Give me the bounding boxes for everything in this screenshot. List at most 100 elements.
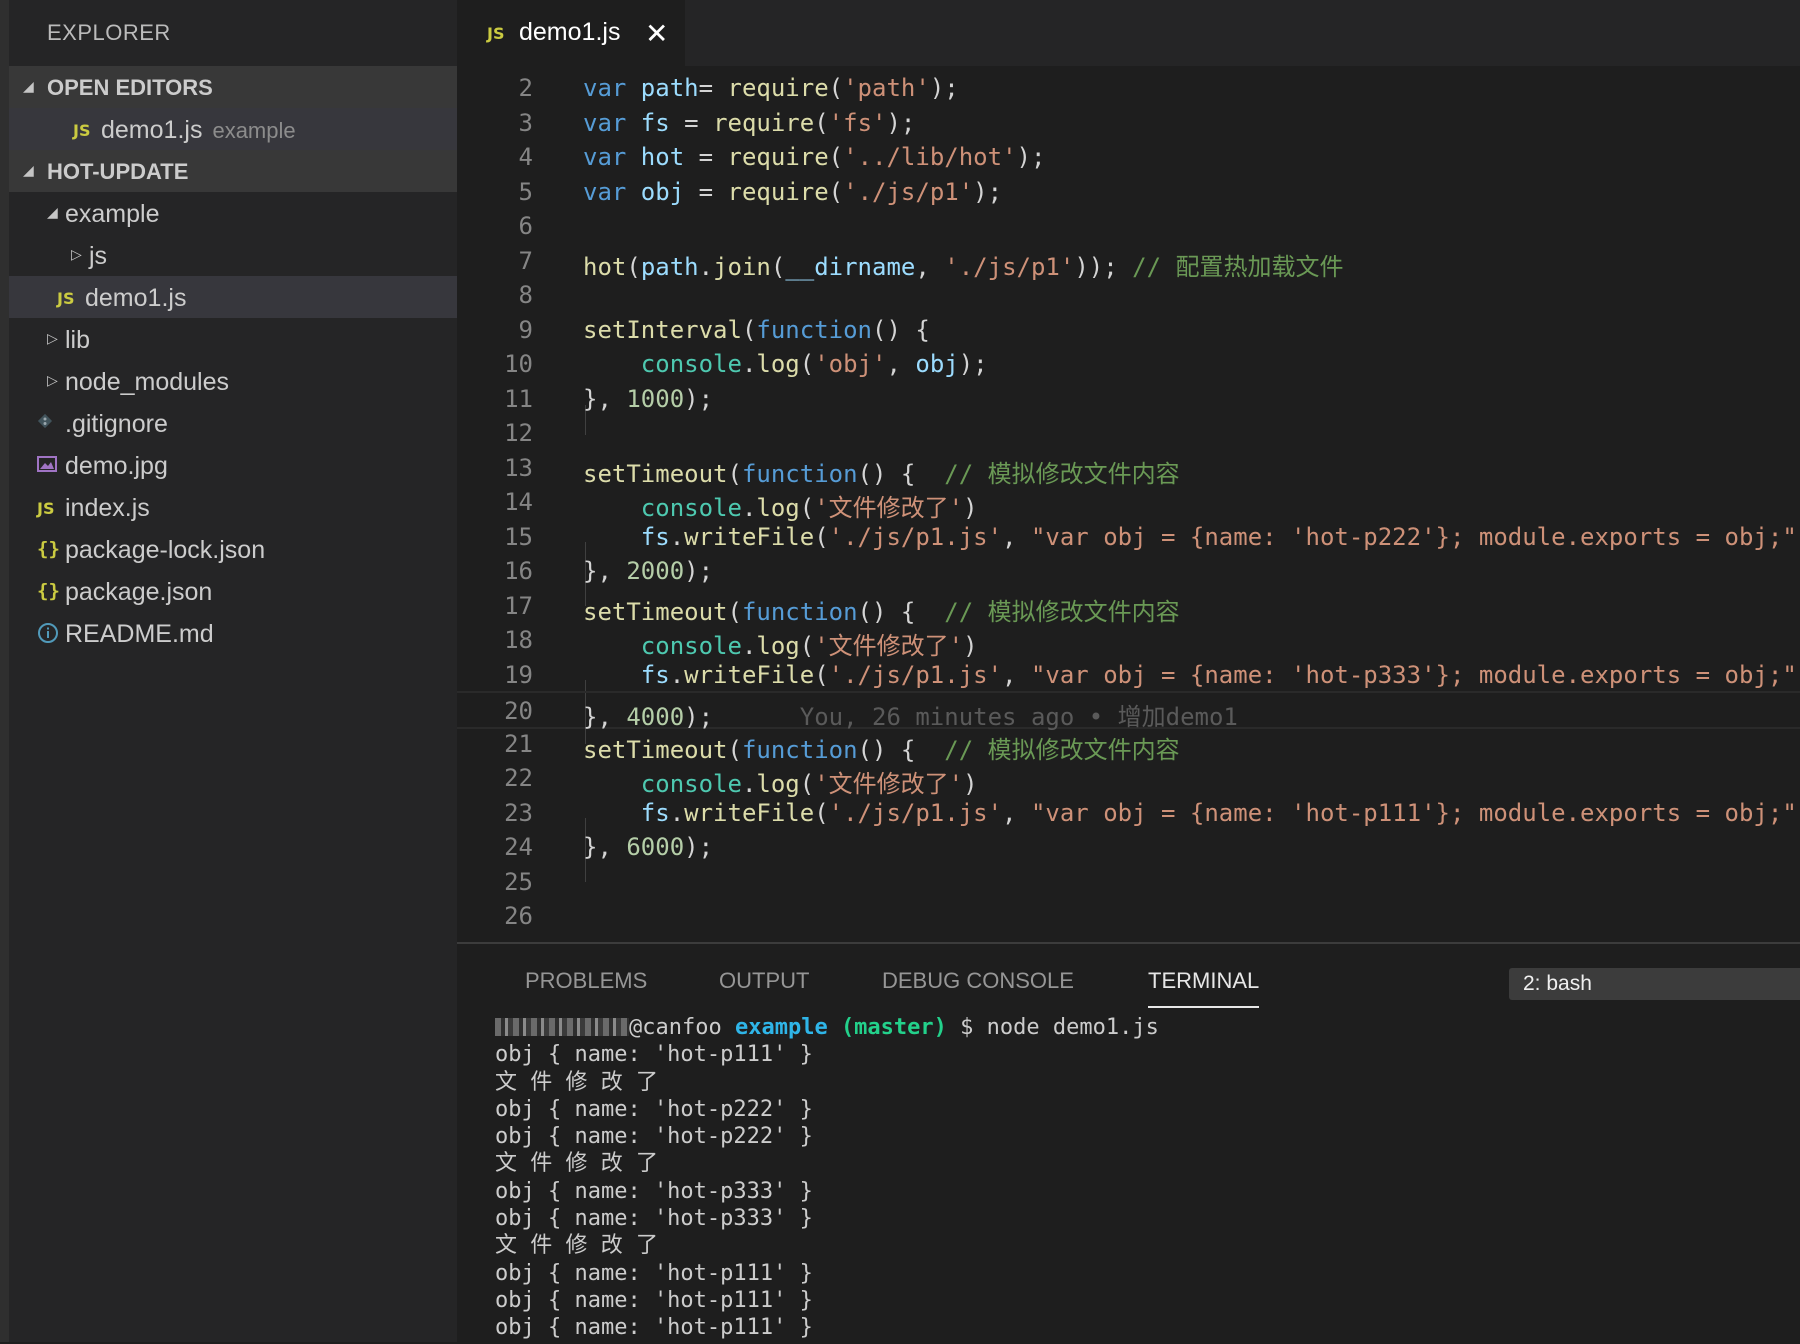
- tree-item-label: js: [89, 242, 108, 270]
- code-line[interactable]: 6: [457, 208, 1800, 242]
- tree-item-label: example: [65, 200, 160, 228]
- tab-output[interactable]: OUTPUT: [719, 968, 809, 994]
- terminal-line: 文 件 修 改 了: [495, 1151, 658, 1177]
- project-header[interactable]: ◢ HOT-UPDATE: [9, 150, 457, 192]
- code-line[interactable]: 3 var fs = require('fs');: [457, 105, 1800, 139]
- chevron-down-icon: ◢: [23, 162, 34, 178]
- line-number: 22: [504, 764, 533, 792]
- line-number: 25: [504, 867, 533, 896]
- line-number: 13: [504, 453, 533, 482]
- chevron-down-icon: ◢: [47, 204, 58, 220]
- code-line[interactable]: 4 var hot = require('../lib/hot');: [457, 139, 1800, 173]
- tree-item-label: README.md: [65, 620, 214, 648]
- tab-terminal[interactable]: TERMINAL: [1148, 968, 1260, 1008]
- open-editor-item[interactable]: JS demo1.js example: [9, 108, 457, 150]
- terminal-line: obj { name: 'hot-p333' }: [495, 1206, 813, 1232]
- line-number: 17: [504, 591, 533, 620]
- terminal-line: obj { name: 'hot-p111' }: [495, 1260, 813, 1286]
- line-number: 5: [518, 177, 533, 206]
- code-line[interactable]: 5 var obj = require('./js/p1');: [457, 174, 1800, 208]
- terminal-line: obj { name: 'hot-p111' }: [495, 1315, 813, 1341]
- terminal-line: 文 件 修 改 了: [495, 1069, 658, 1095]
- code-line[interactable]: 16}, 2000);: [457, 553, 1800, 587]
- open-editors-label: OPEN EDITORS: [47, 75, 213, 100]
- line-number: 19: [504, 660, 533, 689]
- tab-debug-console[interactable]: DEBUG CONSOLE: [882, 968, 1074, 994]
- project-label: HOT-UPDATE: [47, 159, 189, 184]
- tree-item-index-js[interactable]: JS index.js: [9, 486, 457, 528]
- code-line[interactable]: 14 console.log('文件修改了'): [457, 484, 1800, 522]
- tree-item-gitignore[interactable]: .gitignore: [9, 402, 457, 444]
- tab-problems[interactable]: PROBLEMS: [525, 968, 647, 994]
- code-line[interactable]: 25: [457, 864, 1800, 898]
- code-text: setInterval(function() {: [583, 315, 930, 344]
- line-number: 24: [504, 833, 533, 861]
- code-line[interactable]: 26: [457, 898, 1800, 932]
- code-line[interactable]: 22 console.log('文件修改了'): [457, 760, 1800, 798]
- tree-item-node-modules[interactable]: ▷ node_modules: [9, 360, 457, 402]
- line-number: 23: [504, 798, 533, 827]
- tree-item-label: package-lock.json: [65, 536, 266, 564]
- line-number: 18: [504, 626, 533, 654]
- line-number: 16: [504, 557, 533, 585]
- tab-demo1-js[interactable]: JS demo1.js ✕: [457, 0, 685, 66]
- line-number: 7: [518, 246, 533, 275]
- js-file-icon: JS: [73, 121, 91, 140]
- tree-item-package-lock-json[interactable]: {} package-lock.json: [9, 528, 457, 570]
- git-icon: [37, 413, 53, 429]
- line-number: 12: [504, 419, 533, 447]
- tree-item-demo1-js[interactable]: JS demo1.js: [9, 276, 457, 318]
- code-line[interactable]: 8: [457, 277, 1800, 311]
- code-line[interactable]: 11}, 1000);: [457, 381, 1800, 415]
- explorer-title: EXPLORER: [47, 20, 171, 45]
- code-line[interactable]: 10 console.log('obj', obj);: [457, 346, 1800, 380]
- line-number: 15: [504, 522, 533, 551]
- line-number: 9: [518, 315, 533, 344]
- image-file-icon: [37, 456, 57, 472]
- terminal-output[interactable]: @canfoo example (master) $ node demo1.js…: [495, 1014, 1159, 1342]
- code-text: }, 1000);: [583, 384, 714, 413]
- code-line[interactable]: 15 fs.writeFile('./js/p1.js', "var obj =…: [457, 519, 1800, 553]
- tree-item-package-json[interactable]: {} package.json: [9, 570, 457, 612]
- tree-item-label: .gitignore: [65, 410, 168, 438]
- line-number: 14: [504, 488, 533, 516]
- tree-item-label: lib: [65, 326, 91, 354]
- prompt-branch: (master): [840, 1015, 947, 1040]
- code-line[interactable]: 17 setTimeout(function() { // 模拟修改文件内容: [457, 588, 1800, 626]
- code-line[interactable]: 2 var path= require('path');: [457, 70, 1800, 104]
- terminal-select[interactable]: 2: bash: [1509, 968, 1800, 1000]
- explorer-sidebar: EXPLORER ◢ OPEN EDITORS JS demo1.js examp…: [9, 0, 457, 1342]
- chevron-right-icon: ▷: [47, 330, 58, 346]
- tree-item-demo-jpg[interactable]: demo.jpg: [9, 444, 457, 486]
- tree-item-lib[interactable]: ▷ lib: [9, 318, 457, 360]
- tree-item-readme-md[interactable]: README.md: [9, 612, 457, 654]
- open-editors-header[interactable]: ◢ OPEN EDITORS: [9, 66, 457, 108]
- terminal-line: obj { name: 'hot-p333' }: [495, 1178, 813, 1204]
- code-text: var path= require('path');: [583, 74, 959, 102]
- code-line[interactable]: 13 setTimeout(function() { // 模拟修改文件内容: [457, 450, 1800, 488]
- code-text: var hot = require('../lib/hot');: [583, 143, 1046, 171]
- code-line[interactable]: 12: [457, 415, 1800, 449]
- code-line[interactable]: 19 fs.writeFile('./js/p1.js', "var obj =…: [457, 657, 1800, 691]
- code-line[interactable]: 23 fs.writeFile('./js/p1.js', "var obj =…: [457, 795, 1800, 829]
- code-line[interactable]: 24}, 6000);: [457, 829, 1800, 863]
- editor-tab-bar: JS demo1.js ✕: [457, 0, 1800, 66]
- tree-item-label: package.json: [65, 578, 213, 606]
- tree-item-example[interactable]: ◢ example: [9, 192, 457, 234]
- tree-item-js[interactable]: ▷ js: [9, 234, 457, 276]
- line-number: 4: [518, 143, 533, 171]
- json-file-icon: {}: [37, 538, 60, 560]
- chevron-right-icon: ▷: [47, 372, 58, 388]
- close-icon[interactable]: ✕: [645, 17, 668, 50]
- code-editor[interactable]: 2 var path= require('path'); 3 var fs = req…: [457, 66, 1800, 942]
- code-line[interactable]: 7 hot(path.join(__dirname, './js/p1')); /…: [457, 243, 1800, 281]
- code-line[interactable]: 20}, 4000); You, 26 minutes ago • 增加demo…: [457, 691, 1800, 731]
- code-line[interactable]: 9 setInterval(function() {: [457, 312, 1800, 346]
- code-line[interactable]: 18 console.log('文件修改了'): [457, 622, 1800, 660]
- line-number: 8: [518, 281, 533, 309]
- open-editor-filename: demo1.js: [101, 116, 203, 144]
- redacted-username: [495, 1018, 629, 1036]
- code-line[interactable]: 21 setTimeout(function() { // 模拟修改文件内容: [457, 726, 1800, 764]
- line-number: 2: [518, 74, 533, 102]
- line-number: 3: [518, 108, 533, 137]
